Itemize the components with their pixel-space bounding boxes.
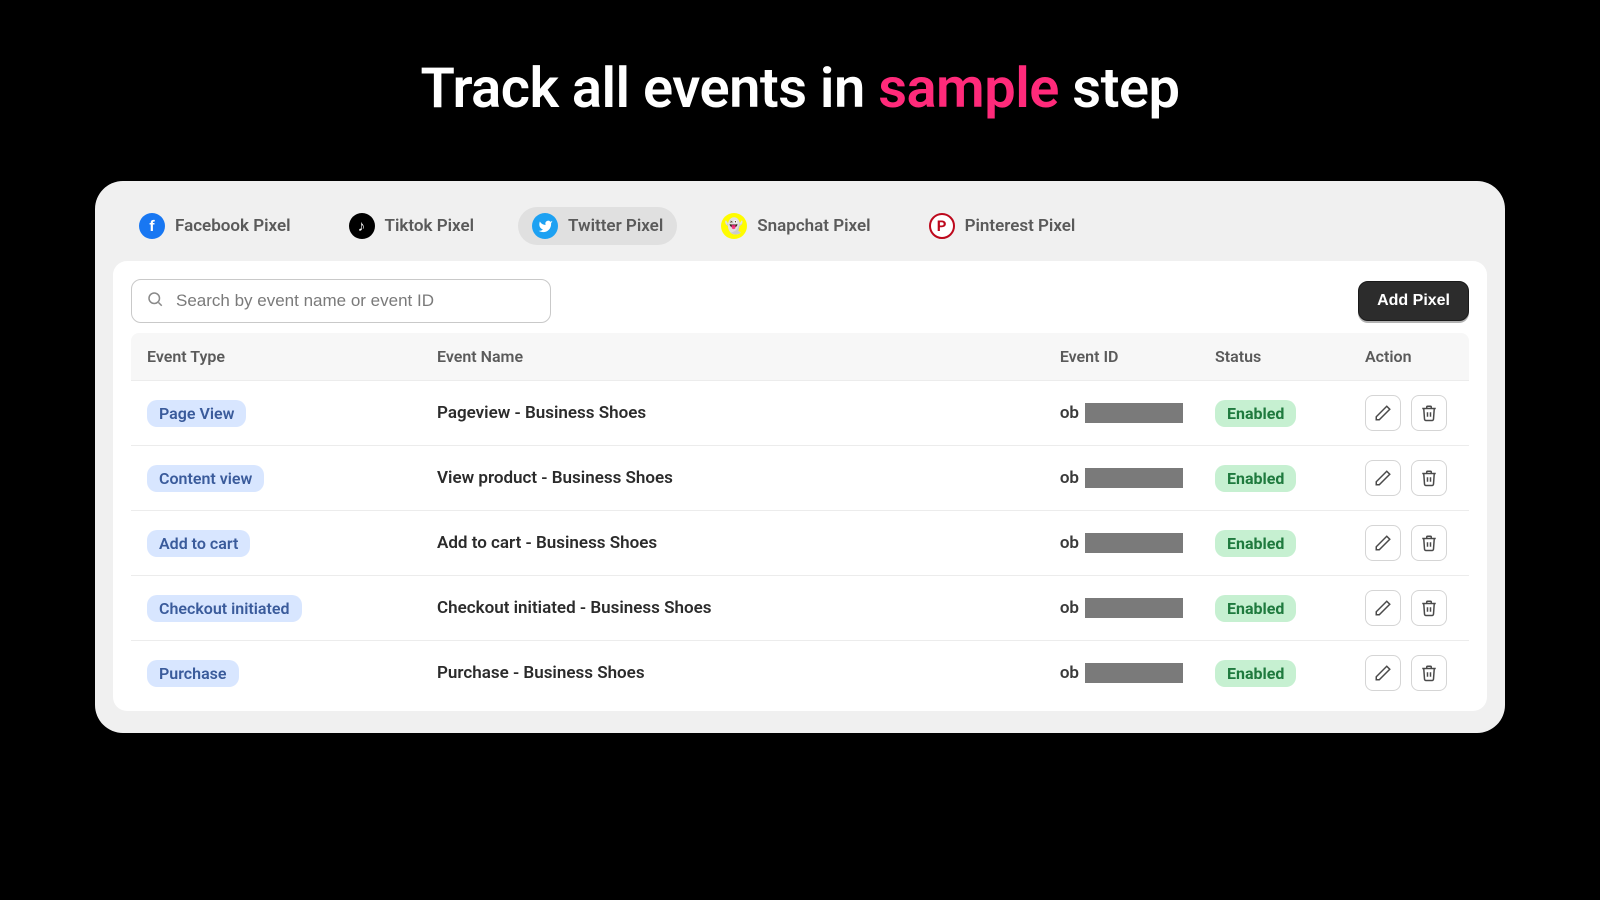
edit-button[interactable] [1365, 525, 1401, 561]
search-icon [146, 290, 164, 312]
tab-label: Facebook Pixel [175, 216, 291, 236]
card-topbar: Add Pixel [131, 279, 1469, 323]
pencil-icon [1374, 664, 1392, 682]
tab-tiktok-pixel[interactable]: ♪ Tiktok Pixel [335, 207, 488, 245]
event-id-prefix: ob [1060, 663, 1079, 683]
facebook-icon: f [139, 213, 165, 239]
tab-snapchat-pixel[interactable]: 👻 Snapchat Pixel [707, 207, 884, 245]
event-name-cell: Checkout initiated - Business Shoes [421, 576, 1044, 641]
edit-button[interactable] [1365, 395, 1401, 431]
event-id-mask [1085, 468, 1183, 488]
app-panel: f Facebook Pixel ♪ Tiktok Pixel Twitter … [95, 181, 1505, 733]
event-id-cell: ob [1060, 533, 1183, 553]
event-name-cell: Pageview - Business Shoes [421, 381, 1044, 446]
events-card: Add Pixel Event Type Event Name Event ID… [113, 261, 1487, 711]
pencil-icon [1374, 599, 1392, 617]
col-header-action: Action [1349, 333, 1469, 381]
pencil-icon [1374, 534, 1392, 552]
event-id-mask [1085, 403, 1183, 423]
events-table: Event Type Event Name Event ID Status Ac… [131, 333, 1469, 705]
tab-twitter-pixel[interactable]: Twitter Pixel [518, 207, 677, 245]
pinterest-icon: P [929, 213, 955, 239]
row-actions [1365, 460, 1453, 496]
pixel-tabs: f Facebook Pixel ♪ Tiktok Pixel Twitter … [113, 201, 1487, 261]
trash-icon [1420, 534, 1438, 552]
event-type-chip: Checkout initiated [147, 595, 302, 622]
event-id-cell: ob [1060, 598, 1183, 618]
event-id-prefix: ob [1060, 403, 1079, 423]
delete-button[interactable] [1411, 655, 1447, 691]
event-id-mask [1085, 663, 1183, 683]
row-actions [1365, 590, 1453, 626]
trash-icon [1420, 469, 1438, 487]
pencil-icon [1374, 469, 1392, 487]
headline-pre: Track all events in [420, 55, 878, 121]
status-badge: Enabled [1215, 530, 1296, 557]
event-id-mask [1085, 533, 1183, 553]
status-badge: Enabled [1215, 595, 1296, 622]
trash-icon [1420, 664, 1438, 682]
twitter-icon [532, 213, 558, 239]
table-row: Add to cart Add to cart - Business Shoes o… [131, 511, 1469, 576]
row-actions [1365, 525, 1453, 561]
event-id-cell: ob [1060, 468, 1183, 488]
col-header-status: Status [1199, 333, 1349, 381]
event-id-prefix: ob [1060, 468, 1079, 488]
col-header-type: Event Type [131, 333, 421, 381]
tab-facebook-pixel[interactable]: f Facebook Pixel [125, 207, 305, 245]
table-row: Checkout initiated Checkout initiated - B… [131, 576, 1469, 641]
delete-button[interactable] [1411, 590, 1447, 626]
trash-icon [1420, 404, 1438, 422]
delete-button[interactable] [1411, 395, 1447, 431]
tiktok-icon: ♪ [349, 213, 375, 239]
table-row: Purchase Purchase - Business Shoes ob Enabl… [131, 641, 1469, 706]
row-actions [1365, 655, 1453, 691]
event-type-chip: Add to cart [147, 530, 250, 557]
tab-pinterest-pixel[interactable]: P Pinterest Pixel [915, 207, 1090, 245]
add-pixel-button[interactable]: Add Pixel [1358, 281, 1469, 321]
event-name-cell: Purchase - Business Shoes [421, 641, 1044, 706]
table-row: Content view View product - Business Shoe… [131, 446, 1469, 511]
search-box[interactable] [131, 279, 551, 323]
delete-button[interactable] [1411, 460, 1447, 496]
col-header-name: Event Name [421, 333, 1044, 381]
row-actions [1365, 395, 1453, 431]
tab-label: Snapchat Pixel [757, 216, 870, 236]
status-badge: Enabled [1215, 400, 1296, 427]
edit-button[interactable] [1365, 590, 1401, 626]
table-row: Page View Pageview - Business Shoes ob Enab… [131, 381, 1469, 446]
event-name-cell: Add to cart - Business Shoes [421, 511, 1044, 576]
event-type-chip: Purchase [147, 660, 239, 687]
event-id-mask [1085, 598, 1183, 618]
event-id-cell: ob [1060, 403, 1183, 423]
page-headline: Track all events in sample step [0, 0, 1600, 121]
edit-button[interactable] [1365, 460, 1401, 496]
event-name-cell: View product - Business Shoes [421, 446, 1044, 511]
event-id-prefix: ob [1060, 598, 1079, 618]
col-header-id: Event ID [1044, 333, 1199, 381]
tab-label: Twitter Pixel [568, 216, 663, 236]
headline-accent: sample [878, 55, 1059, 121]
status-badge: Enabled [1215, 465, 1296, 492]
snapchat-icon: 👻 [721, 213, 747, 239]
pencil-icon [1374, 404, 1392, 422]
tab-label: Pinterest Pixel [965, 216, 1076, 236]
search-input[interactable] [176, 291, 536, 311]
headline-post: step [1059, 55, 1180, 121]
event-type-chip: Content view [147, 465, 264, 492]
delete-button[interactable] [1411, 525, 1447, 561]
event-type-chip: Page View [147, 400, 246, 427]
event-id-prefix: ob [1060, 533, 1079, 553]
trash-icon [1420, 599, 1438, 617]
edit-button[interactable] [1365, 655, 1401, 691]
status-badge: Enabled [1215, 660, 1296, 687]
tab-label: Tiktok Pixel [385, 216, 474, 236]
event-id-cell: ob [1060, 663, 1183, 683]
